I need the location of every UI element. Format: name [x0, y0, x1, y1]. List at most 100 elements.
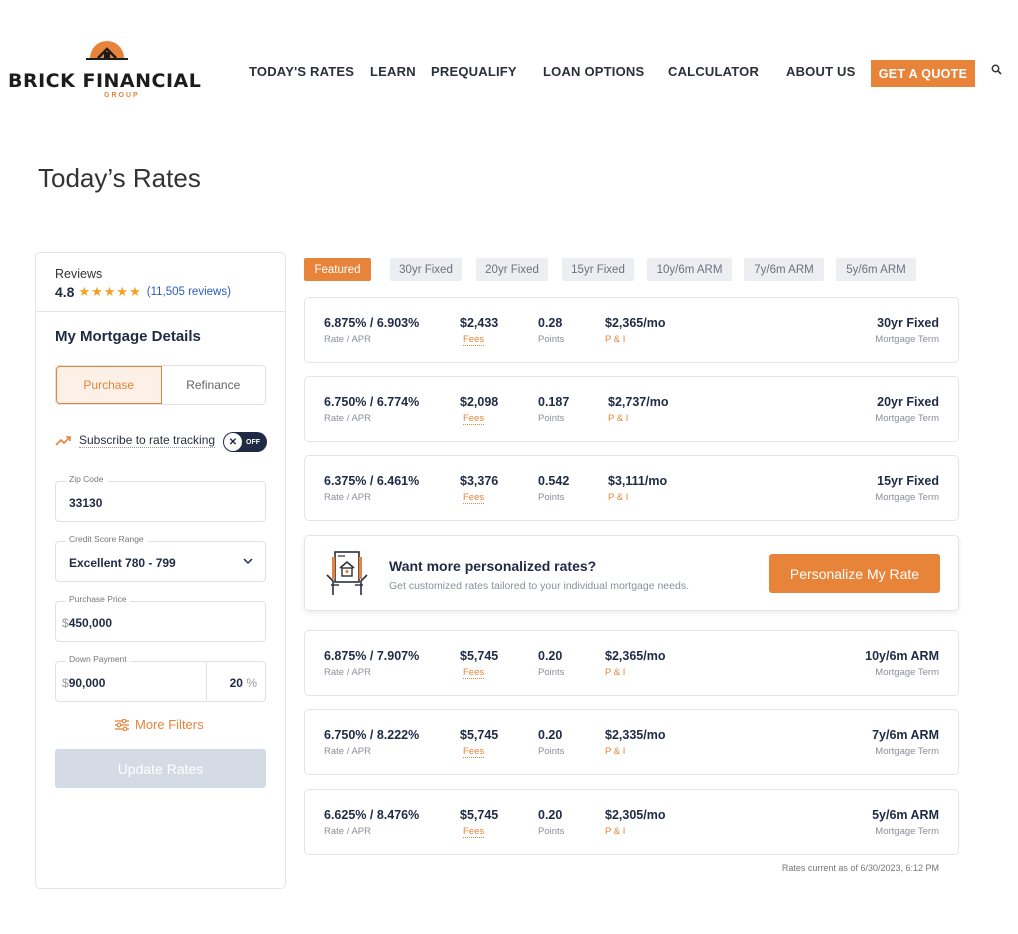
- purchase-price-amount: 450,000: [68, 616, 113, 630]
- purchase-price-value: $450,000: [62, 616, 112, 630]
- rate-apr-label: Rate / APR: [324, 334, 371, 345]
- monthly-payment-value: $2,335/mo: [605, 728, 666, 742]
- mortgage-term-label: Mortgage Term: [875, 413, 939, 424]
- tab-7y6m-arm[interactable]: 7y/6m ARM: [744, 258, 824, 281]
- percent-symbol: %: [246, 676, 257, 690]
- fees-value: $5,745: [460, 728, 499, 742]
- more-filters-link[interactable]: More Filters: [115, 717, 204, 732]
- trend-up-icon: [55, 435, 71, 446]
- points-label: Points: [538, 413, 565, 424]
- rate-card[interactable]: 6.750% / 8.222% Rate / APR $5,745 Fees 0…: [304, 709, 959, 775]
- fees-link[interactable]: Fees: [463, 413, 485, 425]
- switch-state-text: OFF: [246, 438, 260, 446]
- mortgage-details-sidebar: Reviews 4.8 ★★★★★ (11,505 reviews) My Mo…: [35, 252, 286, 889]
- points-label: Points: [538, 334, 565, 345]
- points-value: 0.542: [538, 474, 570, 488]
- tab-featured[interactable]: Featured: [304, 258, 371, 281]
- down-payment-field[interactable]: Down Payment $90,000 20 %: [55, 654, 266, 702]
- rate-apr-value: 6.750% / 6.774%: [324, 395, 420, 409]
- rate-apr-value: 6.875% / 6.903%: [324, 316, 420, 330]
- currency-symbol: $: [62, 616, 69, 630]
- divider: [36, 311, 285, 312]
- rate-apr-label: Rate / APR: [324, 667, 371, 678]
- monthly-payment-value: $2,305/mo: [605, 808, 666, 822]
- refinance-option[interactable]: Refinance: [162, 366, 266, 404]
- star-rating-icon: ★★★★★: [78, 284, 142, 299]
- credit-score-select[interactable]: Credit Score Range Excellent 780 - 799: [55, 534, 266, 582]
- rate-tracking-row: Subscribe to rate tracking: [55, 433, 216, 448]
- fees-link[interactable]: Fees: [463, 334, 485, 346]
- points-value: 0.20: [538, 649, 563, 663]
- tab-30yr-fixed[interactable]: 30yr Fixed: [390, 258, 462, 281]
- rate-tracking-label[interactable]: Subscribe to rate tracking: [79, 433, 216, 448]
- pi-label: P & I: [608, 492, 629, 503]
- mortgage-term-label: Mortgage Term: [875, 826, 939, 837]
- rate-apr-label: Rate / APR: [324, 746, 371, 757]
- fees-link[interactable]: Fees: [463, 746, 485, 758]
- tab-5y6m-arm[interactable]: 5y/6m ARM: [836, 258, 916, 281]
- nav-about-us[interactable]: ABOUT US: [786, 64, 856, 79]
- tab-20yr-fixed[interactable]: 20yr Fixed: [476, 258, 548, 281]
- update-rates-button[interactable]: Update Rates: [55, 749, 266, 788]
- purchase-price-field[interactable]: Purchase Price $450,000: [55, 594, 266, 642]
- fees-value: $2,098: [460, 395, 499, 409]
- mortgage-term-label: Mortgage Term: [875, 667, 939, 678]
- rate-card[interactable]: 6.750% / 6.774% Rate / APR $2,098 Fees 0…: [304, 376, 959, 442]
- tab-15yr-fixed[interactable]: 15yr Fixed: [562, 258, 634, 281]
- monthly-payment-value: $2,737/mo: [608, 395, 669, 409]
- brand-subtitle: GROUP: [104, 92, 140, 99]
- get-a-quote-button[interactable]: GET A QUOTE: [871, 60, 975, 87]
- rating-value: 4.8: [55, 284, 75, 300]
- mortgage-term-value: 15yr Fixed: [877, 474, 939, 488]
- fees-link[interactable]: Fees: [463, 826, 485, 838]
- monthly-payment-value: $2,365/mo: [605, 316, 666, 330]
- purchase-price-label: Purchase Price: [66, 594, 130, 604]
- search-icon[interactable]: [991, 64, 1002, 75]
- personalize-my-rate-button[interactable]: Personalize My Rate: [769, 554, 940, 593]
- monthly-payment-value: $3,111/mo: [608, 474, 668, 488]
- rate-card[interactable]: 6.375% / 6.461% Rate / APR $3,376 Fees 0…: [304, 455, 959, 521]
- nav-todays-rates[interactable]: TODAY'S RATES: [249, 64, 354, 79]
- mortgage-term-label: Mortgage Term: [875, 746, 939, 757]
- points-label: Points: [538, 667, 565, 678]
- down-payment-value: $90,000: [62, 676, 105, 690]
- nav-calculator[interactable]: CALCULATOR: [668, 64, 759, 79]
- pi-label: P & I: [605, 667, 626, 678]
- credit-score-value: Excellent 780 - 799: [69, 556, 176, 570]
- section-title: My Mortgage Details: [55, 328, 201, 345]
- fees-value: $5,745: [460, 649, 499, 663]
- nav-prequalify[interactable]: PREQUALIFY: [431, 64, 517, 79]
- rate-tracking-switch[interactable]: ✕ OFF: [223, 432, 267, 452]
- reviews-label: Reviews: [55, 267, 103, 281]
- nav-learn[interactable]: LEARN: [370, 64, 416, 79]
- rate-apr-value: 6.875% / 7.907%: [324, 649, 420, 663]
- pi-label: P & I: [605, 746, 626, 757]
- review-count-link[interactable]: (11,505 reviews): [147, 286, 231, 298]
- rate-card[interactable]: 6.625% / 8.476% Rate / APR $5,745 Fees 0…: [304, 789, 959, 855]
- zip-code-field[interactable]: Zip Code 33130: [55, 474, 266, 522]
- rate-card[interactable]: 6.875% / 6.903% Rate / APR $2,433 Fees 0…: [304, 297, 959, 363]
- currency-symbol: $: [62, 676, 69, 690]
- rate-card[interactable]: 6.875% / 7.907% Rate / APR $5,745 Fees 0…: [304, 630, 959, 696]
- rate-apr-value: 6.625% / 8.476%: [324, 808, 420, 822]
- down-payment-percent[interactable]: 20 %: [230, 676, 257, 690]
- rate-apr-label: Rate / APR: [324, 826, 371, 837]
- purchase-option[interactable]: Purchase: [56, 366, 162, 404]
- mortgage-term-label: Mortgage Term: [875, 492, 939, 503]
- fees-value: $2,433: [460, 316, 499, 330]
- pi-label: P & I: [605, 334, 626, 345]
- fees-link[interactable]: Fees: [463, 492, 485, 504]
- points-label: Points: [538, 746, 565, 757]
- nav-loan-options[interactable]: LOAN OPTIONS: [543, 64, 644, 79]
- home-document-icon: [326, 551, 368, 595]
- monthly-payment-value: $2,365/mo: [605, 649, 666, 663]
- mortgage-term-label: Mortgage Term: [875, 334, 939, 345]
- points-value: 0.20: [538, 808, 563, 822]
- down-payment-percent-value: 20: [229, 676, 243, 690]
- brand-logo[interactable]: BRICK FINANCIAL GROUP: [8, 32, 201, 102]
- sliders-icon: [115, 718, 129, 731]
- house-sun-logo-icon: [86, 41, 128, 60]
- fees-link[interactable]: Fees: [463, 667, 485, 679]
- tab-10y6m-arm[interactable]: 10y/6m ARM: [647, 258, 732, 281]
- chevron-down-icon: [243, 558, 253, 565]
